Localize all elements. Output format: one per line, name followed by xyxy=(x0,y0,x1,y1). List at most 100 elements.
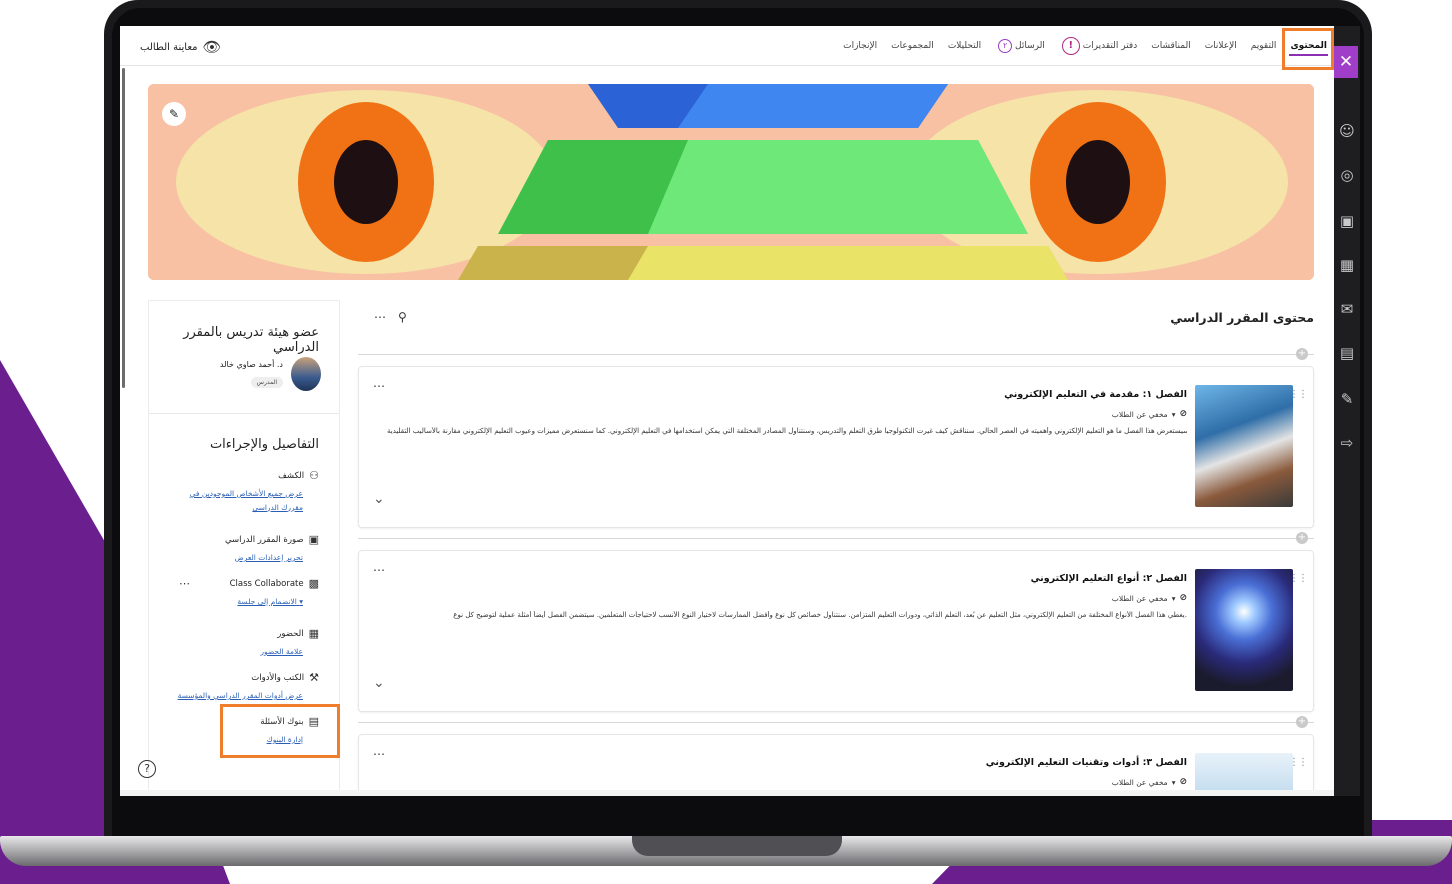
chevron-down-icon: ▾ xyxy=(1171,409,1176,419)
highlight-frame-content-tab xyxy=(1282,28,1334,70)
calendar-icon[interactable]: ▦ xyxy=(1338,256,1356,274)
tab-groups[interactable]: المجموعات xyxy=(884,26,941,66)
tab-discussions[interactable]: المناقشات xyxy=(1144,26,1197,66)
top-nav: معاينة الطالب 👁 المحتوى التقويم الإعلانا… xyxy=(120,26,1334,66)
avatar xyxy=(291,357,321,391)
module-card[interactable]: ⋮⋮ الفصل ١: مقدمة في التعليم الإلكتروني … xyxy=(358,366,1314,528)
help-icon[interactable]: ? xyxy=(138,760,156,778)
more-options-icon[interactable]: ⋯ xyxy=(374,310,386,324)
module-title[interactable]: الفصل ١: مقدمة في التعليم الإلكتروني xyxy=(1004,389,1187,400)
right-rail: ✕ ☺ ◎ ▣ ▦ ✉ ▤ ✎ ⇨ xyxy=(1334,26,1360,796)
role-badge: المدرس xyxy=(250,377,283,388)
more-options-icon[interactable]: ⋯ xyxy=(179,577,190,590)
join-session-link[interactable]: الانضمام إلى جلسة ▾ xyxy=(169,595,319,609)
chevron-down-icon[interactable]: ⌄ xyxy=(373,491,385,507)
more-options-icon[interactable]: ⋯ xyxy=(373,563,385,577)
module-thumbnail xyxy=(1195,385,1293,507)
details-section-title: التفاصيل والإجراءات xyxy=(209,437,319,452)
visibility-dropdown[interactable]: ⊘ ▾ مخفي عن الطلاب xyxy=(1112,593,1187,603)
visibility-label: مخفي عن الطلاب xyxy=(1111,409,1168,419)
display-settings-link[interactable]: تحرير إعدادات العرض xyxy=(169,551,319,565)
detail-attendance: ▦ الحضور علامة الحضور xyxy=(169,627,319,659)
alert-badge: ! xyxy=(1061,37,1080,55)
module-description: يغطي هذا الفصل الأنواع المختلفة من التعل… xyxy=(453,611,1187,619)
globe-icon[interactable]: ◎ xyxy=(1338,166,1356,184)
module-title[interactable]: الفصل ٢: أنواع التعليم الإلكتروني xyxy=(1031,573,1187,584)
scrollbar[interactable] xyxy=(122,68,125,388)
more-options-icon[interactable]: ⋯ xyxy=(373,747,385,761)
grades-icon[interactable]: ▤ xyxy=(1338,344,1356,362)
add-content-divider[interactable]: + xyxy=(358,348,1314,360)
tab-calendar[interactable]: التقويم xyxy=(1244,26,1284,66)
edit-banner-button[interactable]: ✎ xyxy=(162,102,186,126)
chevron-down-icon[interactable]: ⌄ xyxy=(373,675,385,691)
screen: معاينة الطالب 👁 المحتوى التقويم الإعلانا… xyxy=(120,26,1360,796)
tab-analytics[interactable]: التحليلات xyxy=(941,26,988,66)
instructor-name: د. أحمد صاوي خالد xyxy=(219,360,283,369)
image-icon: ▣ xyxy=(308,533,319,546)
eye-icon: 👁 xyxy=(202,38,222,56)
mark-attendance-link[interactable]: علامة الحضور xyxy=(169,645,319,659)
module-thumbnail xyxy=(1195,569,1293,691)
visibility-dropdown[interactable]: ⊘ ▾ مخفي عن الطلاب xyxy=(1112,409,1187,419)
detail-label: Class Collaborate xyxy=(229,578,304,589)
more-options-icon[interactable]: ⋯ xyxy=(373,379,385,393)
visibility-label: مخفي عن الطلاب xyxy=(1111,593,1168,603)
search-icon[interactable]: ⚲ xyxy=(398,310,407,324)
chevron-down-icon: ▾ xyxy=(1171,777,1176,787)
edit-icon[interactable]: ✎ xyxy=(1338,390,1356,408)
attendance-icon: ▦ xyxy=(308,627,319,640)
tab-announcements[interactable]: الإعلانات xyxy=(1198,26,1244,66)
banner-art xyxy=(148,84,1314,280)
instructor-card[interactable]: د. أحمد صاوي خالد المدرس xyxy=(220,357,321,391)
mail-icon[interactable]: ✉ xyxy=(1338,300,1356,318)
close-icon[interactable]: ✕ xyxy=(1334,46,1358,78)
tools-link[interactable]: عرض أدوات المقرر الدراسي والمؤسسة xyxy=(169,689,319,703)
chevron-down-icon: ▾ xyxy=(1171,593,1176,603)
student-preview-button[interactable]: معاينة الطالب 👁 xyxy=(140,38,222,56)
content-tools: ⋯ ⚲ xyxy=(374,310,407,324)
plus-icon[interactable]: + xyxy=(1296,348,1308,360)
detail-label: الحضور xyxy=(277,628,304,639)
tab-achievements[interactable]: الإنجازات xyxy=(836,26,884,66)
highlight-frame-question-banks xyxy=(220,704,340,758)
content-header: محتوى المقرر الدراسي xyxy=(1170,310,1314,325)
plus-icon[interactable]: + xyxy=(1296,532,1308,544)
module-card[interactable]: ⋮⋮ الفصل ٢: أنواع التعليم الإلكتروني ⊘ ▾… xyxy=(358,550,1314,712)
course-tabs: المحتوى التقويم الإعلانات المناقشات ! دف… xyxy=(836,26,1334,66)
add-content-divider[interactable]: + xyxy=(358,532,1314,544)
course-banner-image: ✎ xyxy=(148,84,1314,280)
detail-label: الكتب والأدوات xyxy=(251,672,305,683)
course-icon[interactable]: ▣ xyxy=(1338,212,1356,230)
tab-gradebook[interactable]: ! دفتر التقديرات xyxy=(1052,26,1144,66)
user-icon[interactable]: ☺ xyxy=(1338,122,1356,140)
detail-course-image: ▣ صورة المقرر الدراسي تحرير إعدادات العرض xyxy=(169,533,319,565)
tab-messages[interactable]: ٢ الرسائل xyxy=(988,26,1052,66)
divider xyxy=(149,413,339,414)
hidden-eye-icon: ⊘ xyxy=(1179,593,1187,603)
instructor-section-title: عضو هيئة تدريس بالمقرر الدراسي xyxy=(183,325,319,355)
detail-collaborate: ▩ Class Collaborate الانضمام إلى جلسة ▾ xyxy=(169,577,319,609)
module-description: سيستعرض هذا الفصل ما هو التعليم الإلكترو… xyxy=(387,427,1187,435)
student-preview-label: معاينة الطالب xyxy=(140,41,198,53)
add-content-divider[interactable]: + xyxy=(358,716,1314,728)
stage: معاينة الطالب 👁 المحتوى التقويم الإعلانا… xyxy=(0,0,1452,884)
chevron-down-icon: ▾ xyxy=(299,597,303,606)
detail-tools: ⚒ الكتب والأدوات عرض أدوات المقرر الدراسي… xyxy=(169,671,319,703)
module-card[interactable]: ⋮⋮ الفصل ٣: أدوات وتقنيات التعليم الإلكت… xyxy=(358,734,1314,796)
collaborate-icon: ▩ xyxy=(308,577,319,590)
tools-icon: ⚒ xyxy=(309,671,319,684)
visibility-dropdown[interactable]: ⊘ ▾ مخفي عن الطلاب xyxy=(1112,777,1187,787)
visibility-label: مخفي عن الطلاب xyxy=(1111,777,1168,787)
signout-icon[interactable]: ⇨ xyxy=(1338,434,1356,452)
detail-label: صورة المقرر الدراسي xyxy=(224,534,304,545)
roster-link[interactable]: عرض جميع الأشخاص الموجودين في مقررك الدر… xyxy=(169,487,319,514)
detail-label: الكشف xyxy=(278,470,305,481)
message-count-badge: ٢ xyxy=(998,39,1013,53)
laptop-notch xyxy=(632,836,842,856)
module-title[interactable]: الفصل ٣: أدوات وتقنيات التعليم الإلكترون… xyxy=(986,757,1187,768)
plus-icon[interactable]: + xyxy=(1296,716,1308,728)
hidden-eye-icon: ⊘ xyxy=(1179,409,1187,419)
people-search-icon: ⚇ xyxy=(309,469,319,482)
page-bottom xyxy=(120,790,1334,796)
